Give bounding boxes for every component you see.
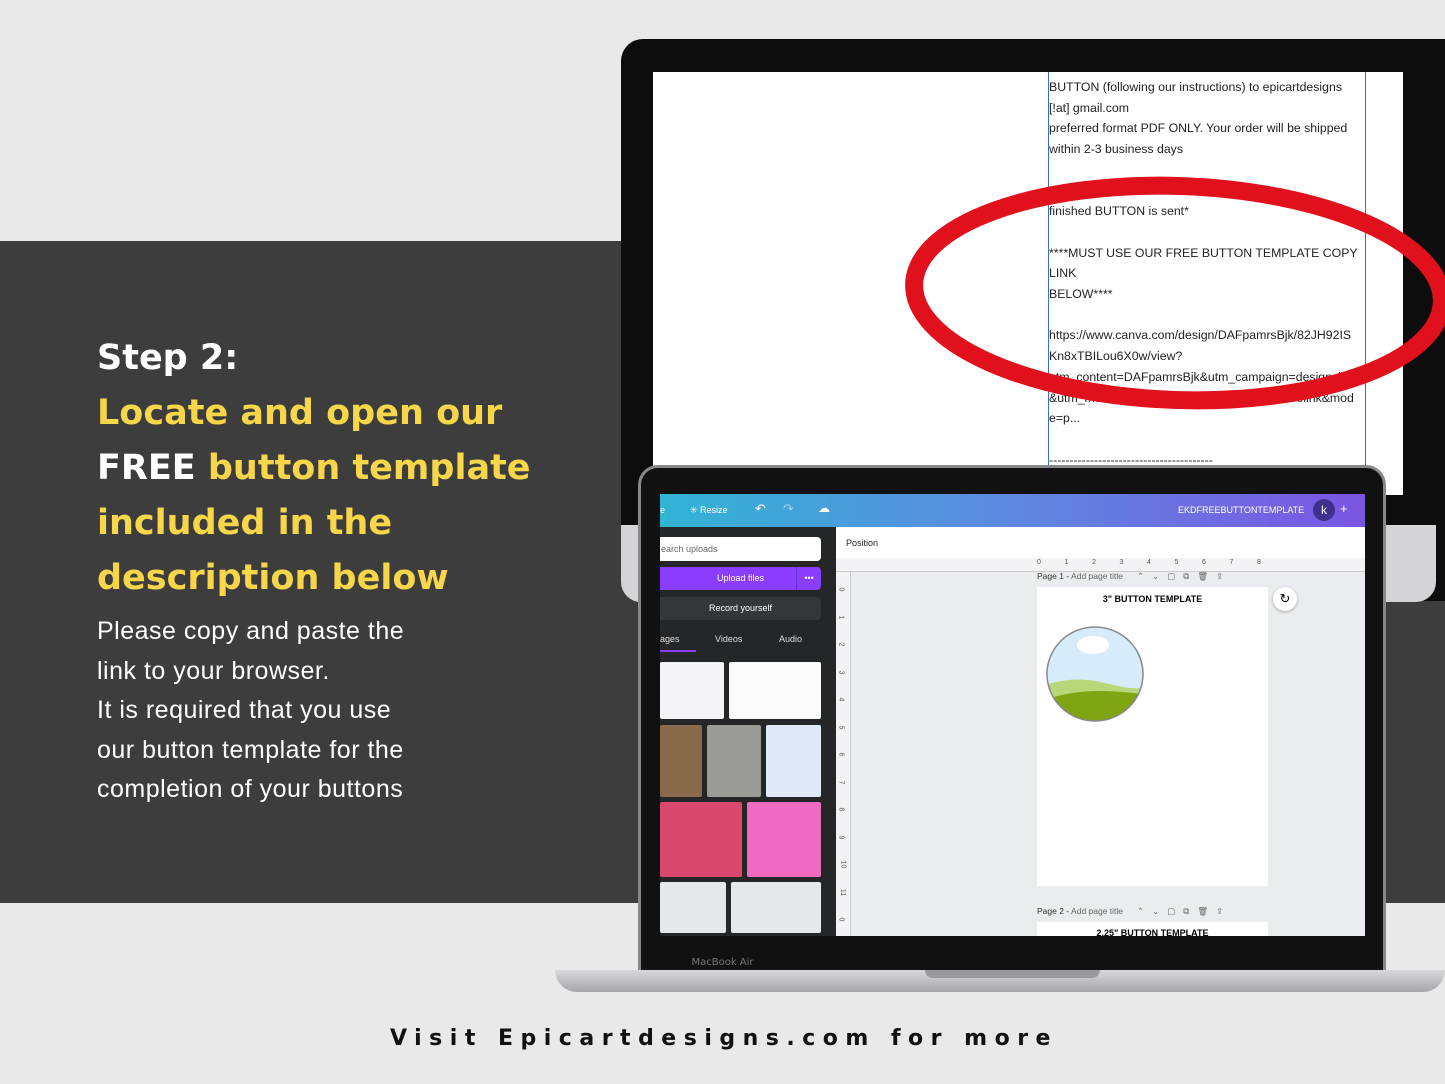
page-1-canvas[interactable]: 3" BUTTON TEMPLATE: [1037, 587, 1268, 886]
page-title-input[interactable]: Add page title: [1071, 906, 1123, 916]
avatar[interactable]: k: [1313, 499, 1335, 521]
body-text: Please copy and paste the link to your b…: [97, 612, 617, 810]
ruler-tick: 3: [837, 670, 845, 674]
ruler-tick: 0: [837, 917, 845, 922]
upload-thumbnail[interactable]: [660, 662, 724, 719]
resize-button[interactable]: ✳ Resize: [690, 505, 728, 516]
tab-audio[interactable]: Audio: [779, 634, 802, 644]
upload-thumbnail[interactable]: [766, 725, 821, 797]
upload-thumbnail[interactable]: [731, 882, 821, 933]
body-line: Please copy and paste the: [97, 617, 405, 645]
ruler-tick: 7: [837, 780, 845, 784]
tab-images[interactable]: ages: [660, 634, 680, 644]
page-heading: 3" BUTTON TEMPLATE: [1102, 594, 1203, 604]
resize-label: Resize: [700, 505, 728, 515]
page-heading: 2.25" BUTTON TEMPLATE: [1096, 928, 1209, 936]
position-toolbar: Position: [836, 527, 1365, 558]
upload-thumbnail[interactable]: [747, 802, 821, 877]
redo-icon[interactable]: ↷: [783, 501, 794, 517]
page-title-input[interactable]: Add page title: [1071, 571, 1123, 581]
undo-icon[interactable]: ↶: [755, 501, 766, 517]
upload-thumbnail[interactable]: [660, 802, 742, 877]
upload-label: Upload files: [716, 573, 765, 583]
upload-files-button[interactable]: Upload files •••: [660, 567, 821, 590]
design-title[interactable]: EKDFREEBUTTONTEMPLATE: [1178, 505, 1304, 515]
body-line: completion of your buttons: [97, 775, 404, 803]
canva-topbar: e ✳ Resize ↶ ↷ ☁ EKDFREEBUTTONTEMPLATE k…: [660, 494, 1365, 527]
active-tab-indicator: [660, 650, 696, 652]
ruler-tick: 1: [837, 615, 845, 619]
ruler-tick: 11: [839, 888, 847, 896]
position-button[interactable]: Position: [846, 538, 878, 548]
ruler-tick: 4: [837, 697, 845, 702]
record-yourself-button[interactable]: Record yourself: [660, 597, 821, 620]
ruler-tick: 0: [837, 587, 845, 592]
upload-thumbnail[interactable]: [660, 882, 726, 933]
uploads-panel: earch uploads Upload files ••• Record you…: [660, 527, 836, 936]
vertical-ruler: 0 1 2 3 4 5 6 7 8 9 10 11 0: [836, 572, 851, 936]
tab-videos[interactable]: Videos: [715, 634, 742, 644]
ruler-tick: 1: [1064, 559, 1069, 566]
page-label: Page 2 -: [1037, 906, 1070, 916]
ruler-tick: 6: [1202, 559, 1206, 566]
page-1-header: Page 1 - Add page title ⌃⌄▢⧉🗑⇪: [1037, 571, 1231, 582]
add-collaborator-button[interactable]: +: [1340, 501, 1348, 516]
button-circle-placeholder[interactable]: [1045, 625, 1147, 725]
page-label: Page 1 -: [1037, 571, 1070, 581]
upload-thumbnail[interactable]: [729, 662, 821, 719]
page-2-canvas[interactable]: 2.25" BUTTON TEMPLATE: [1037, 922, 1268, 936]
ruler-tick: 10: [839, 860, 847, 869]
upload-thumbnail[interactable]: [660, 725, 702, 797]
ruler-tick: 9: [837, 835, 845, 839]
ruler-tick: 4: [1147, 559, 1151, 566]
laptop-notch: [925, 970, 1100, 978]
refresh-icon[interactable]: ↻: [1273, 587, 1297, 611]
body-line: link to your browser.: [97, 656, 330, 685]
ruler-tick: 8: [1257, 559, 1261, 566]
more-options-button[interactable]: •••: [796, 567, 821, 590]
ruler-tick: 7: [1229, 559, 1234, 566]
page-2-header: Page 2 - Add page title ⌃⌄▢⧉🗑⇪: [1037, 906, 1231, 917]
body-line: our button template for the: [97, 735, 404, 764]
canva-editor: e ✳ Resize ↶ ↷ ☁ EKDFREEBUTTONTEMPLATE k…: [660, 494, 1365, 936]
footer-tagline: Visit Epicartdesigns.com for more: [390, 1026, 1058, 1051]
ruler-tick: 3: [1119, 559, 1124, 566]
ruler-tick: 5: [837, 725, 845, 729]
ruler-tick: 5: [1174, 559, 1179, 566]
ruler-tick: 6: [837, 752, 845, 757]
search-uploads-input[interactable]: earch uploads: [660, 537, 821, 561]
body-line: It is required that you use: [97, 696, 392, 724]
horizontal-ruler: 0 1 2 3 4 5 6 7 8: [836, 558, 1365, 572]
ruler-tick: 2: [837, 642, 845, 647]
upload-thumbnail[interactable]: [707, 725, 761, 797]
page-actions-icons[interactable]: ⌃⌄▢⧉🗑⇪: [1137, 906, 1231, 916]
ruler-tick: 2: [1092, 559, 1096, 566]
laptop-brand: MacBook Air: [691, 957, 754, 968]
cloud-saved-icon[interactable]: ☁: [818, 501, 830, 515]
ruler-tick: 0: [1037, 559, 1041, 566]
page-actions-icons[interactable]: ⌃⌄▢⧉🗑⇪: [1137, 571, 1231, 581]
ruler-tick: 8: [837, 807, 845, 812]
home-button[interactable]: e: [660, 505, 665, 515]
